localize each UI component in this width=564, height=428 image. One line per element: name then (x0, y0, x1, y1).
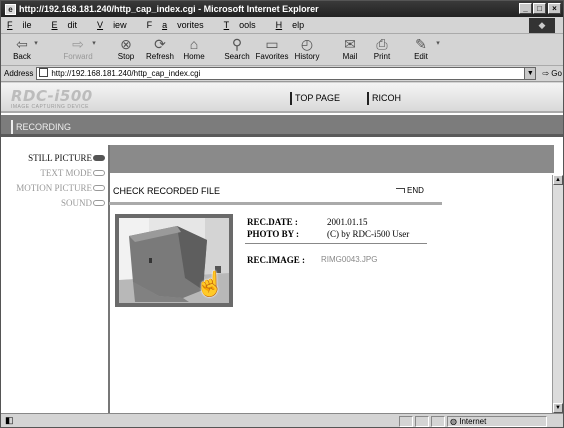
sidebar-item-sound[interactable]: SOUND (1, 196, 109, 211)
ie-icon: e (5, 3, 16, 15)
print-button[interactable]: ⎙ Print (367, 36, 397, 62)
end-button[interactable]: END (396, 183, 424, 199)
header-band: RDC-i500 IMAGE CAPTURING DEVICE TOP PAGE… (1, 83, 563, 113)
address-bar: Address http://192.168.181.240/http_cap_… (1, 66, 563, 82)
rec-date-label: REC.DATE : (247, 217, 298, 227)
refresh-button[interactable]: ⟳ Refresh (145, 36, 175, 62)
menu-view[interactable]: View (97, 20, 137, 30)
sidebar-item-text-mode[interactable]: TEXT MODE (1, 166, 109, 181)
toggle-on-icon (93, 155, 105, 161)
photo-by-value: (C) by RDC-i500 User (327, 229, 410, 239)
favorites-button[interactable]: ▭ Favorites (255, 36, 289, 62)
top-page-link[interactable]: TOP PAGE (290, 92, 340, 105)
mail-button[interactable]: ✉ Mail (335, 36, 365, 62)
logo-subtitle: IMAGE CAPTURING DEVICE (11, 104, 89, 110)
check-recorded-file-title: CHECK RECORDED FILE (113, 186, 221, 196)
ricoh-link[interactable]: RICOH (367, 92, 401, 105)
home-button[interactable]: ⌂ Home (179, 36, 209, 62)
history-icon: ◴ (300, 36, 314, 52)
home-icon: ⌂ (189, 36, 199, 52)
close-button[interactable]: × (548, 3, 561, 14)
recorded-image-thumbnail[interactable]: ☝ (115, 214, 233, 307)
vertical-scrollbar[interactable]: ▲ ▼ (552, 175, 563, 413)
menu-bar: File Edit View Fa vorites Tools Help (1, 17, 563, 34)
status-zone: ◍ Internet (447, 416, 547, 427)
maximize-button[interactable]: □ (533, 3, 546, 14)
search-button[interactable]: ⚲ Search (222, 36, 252, 62)
rdc-logo: RDC-i500 (11, 87, 93, 105)
rec-date-value: 2001.01.15 (327, 217, 368, 227)
sidebar-item-still-picture[interactable]: STILL PICTURE (1, 151, 109, 166)
hand-cursor-icon: ☝ (195, 271, 225, 298)
status-bar: ◧ ◍ Internet (1, 413, 563, 427)
menu-tools[interactable]: Tools (224, 20, 266, 30)
rec-image-label: REC.IMAGE : (247, 255, 305, 265)
address-label: Address (4, 69, 34, 78)
browser-window: e http://192.168.181.240/http_cap_index.… (0, 0, 564, 428)
search-icon: ⚲ (231, 36, 243, 52)
page-content: RDC-i500 IMAGE CAPTURING DEVICE TOP PAGE… (1, 83, 563, 413)
address-url: http://192.168.181.240/http_cap_index.cg… (51, 69, 201, 78)
section-band: RECORDING (1, 115, 563, 137)
scroll-down-arrow[interactable]: ▼ (553, 403, 563, 413)
go-button[interactable]: ⇨ Go (542, 69, 562, 78)
back-dropdown[interactable]: ▾ (31, 36, 41, 52)
minimize-button[interactable]: _ (519, 3, 532, 14)
printer-icon: ⎙ (376, 36, 388, 52)
menu-edit[interactable]: Edit (52, 20, 88, 30)
toolbar: ⇦ Back ▾ ⇨ Forward ▾ ⊗ Stop ⟳ Refresh ⌂ … (1, 34, 563, 66)
go-arrow-icon: ⇨ (542, 69, 550, 78)
sidebar-item-motion-picture[interactable]: MOTION PICTURE (1, 181, 109, 196)
edit-button[interactable]: ✎ Edit (406, 36, 436, 62)
forward-dropdown[interactable]: ▾ (89, 36, 99, 52)
photo-by-label: PHOTO BY : (247, 229, 300, 239)
menu-favorites[interactable]: Fa vorites (147, 20, 214, 30)
title-bar[interactable]: e http://192.168.181.240/http_cap_index.… (1, 1, 563, 17)
status-cell (399, 416, 413, 427)
section-title: RECORDING (11, 120, 71, 134)
address-dropdown[interactable]: ▼ (524, 68, 536, 79)
page-icon (39, 68, 49, 77)
globe-icon: ◍ (450, 417, 457, 426)
mail-icon: ✉ (344, 36, 356, 52)
status-cell (431, 416, 445, 427)
frame-header (110, 145, 554, 173)
menu-file[interactable]: File (7, 20, 42, 30)
rec-image-link[interactable]: RIMG0043.JPG (321, 255, 377, 264)
favorites-folder-icon: ▭ (265, 36, 279, 52)
window-title: http://192.168.181.240/http_cap_index.cg… (19, 4, 319, 14)
stop-icon: ⊗ (120, 36, 132, 52)
sidebar: STILL PICTURE TEXT MODE MOTION PICTURE S… (1, 151, 109, 211)
edit-dropdown[interactable]: ▾ (433, 36, 443, 52)
history-button[interactable]: ◴ History (292, 36, 322, 62)
edit-icon: ✎ (415, 36, 427, 52)
title-separator (109, 202, 442, 205)
toggle-off-icon (93, 170, 105, 176)
toggle-off-icon (93, 185, 105, 191)
refresh-icon: ⟳ (154, 36, 166, 52)
meta-divider (245, 243, 427, 244)
toggle-off-icon (93, 200, 105, 206)
scroll-up-arrow[interactable]: ▲ (553, 175, 563, 185)
windows-logo-icon: ◆ (529, 18, 555, 33)
address-input[interactable]: http://192.168.181.240/http_cap_index.cg… (36, 67, 537, 80)
status-page-icon: ◧ (5, 415, 14, 425)
status-cell (415, 416, 429, 427)
menu-help[interactable]: Help (276, 20, 315, 30)
stop-button[interactable]: ⊗ Stop (111, 36, 141, 62)
end-icon (396, 188, 405, 193)
